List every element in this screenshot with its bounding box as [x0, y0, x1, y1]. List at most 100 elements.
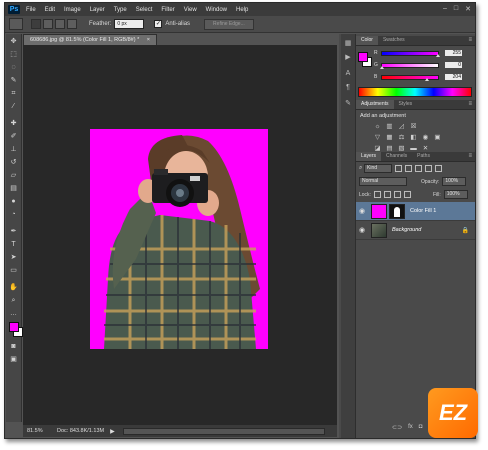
document-tab[interactable]: 608686.jpg @ 81.5% (Color Fill 1, RGB/8#… — [23, 34, 157, 45]
menu-type[interactable]: Type — [114, 7, 127, 13]
layers-panel-menu-icon[interactable]: ≡ — [468, 152, 472, 161]
menu-file[interactable]: File — [26, 7, 36, 13]
menu-window[interactable]: Window — [206, 7, 227, 13]
actions-panel-icon[interactable]: ▶ — [344, 54, 352, 62]
menu-layer[interactable]: Layer — [90, 7, 105, 13]
adjustments-panel-menu-icon[interactable]: ≡ — [468, 100, 472, 109]
tab-channels[interactable]: Channels — [381, 152, 412, 161]
layer-row-background[interactable]: ◉ Background 🔒 — [356, 221, 475, 240]
menu-filter[interactable]: Filter — [161, 7, 174, 13]
subtract-selection-button[interactable] — [55, 19, 65, 29]
eyedropper-tool-icon[interactable]: ⁄ — [9, 103, 18, 111]
refine-edge-button[interactable]: Refine Edge... — [204, 18, 254, 30]
levels-icon[interactable]: ▥ — [386, 123, 393, 130]
brush-tool-icon[interactable]: ✐ — [9, 133, 18, 141]
selective-color-icon[interactable]: ✕ — [422, 145, 429, 152]
brush-panel-icon[interactable]: ✎ — [344, 100, 352, 108]
blur-tool-icon[interactable]: ● — [9, 198, 18, 206]
filter-shape-icon[interactable] — [425, 165, 432, 172]
gradient-map-icon[interactable]: ▬ — [410, 145, 417, 152]
marquee-tool-icon[interactable]: ⬚ — [9, 51, 18, 59]
filter-pixel-icon[interactable] — [395, 165, 402, 172]
menu-select[interactable]: Select — [136, 7, 153, 13]
quick-mask-icon[interactable]: ◙ — [9, 343, 18, 351]
canvas-area[interactable] — [23, 45, 337, 425]
tab-swatches[interactable]: Swatches — [378, 36, 410, 45]
color-panel-menu-icon[interactable]: ≡ — [468, 36, 472, 45]
vibrance-icon[interactable]: ▽ — [374, 134, 381, 141]
channel-value-g[interactable]: 0 — [445, 62, 462, 68]
dodge-tool-icon[interactable]: ◔ — [9, 211, 18, 219]
zoom-level[interactable]: 81.5% — [27, 428, 49, 434]
gradient-tool-icon[interactable]: ▤ — [9, 185, 18, 193]
add-mask-icon[interactable]: ◘ — [419, 424, 423, 434]
tab-paths[interactable]: Paths — [412, 152, 435, 161]
healing-brush-tool-icon[interactable]: ✚ — [9, 120, 18, 128]
black-white-icon[interactable]: ◧ — [410, 134, 417, 141]
type-tool-icon[interactable]: T — [9, 241, 18, 249]
crop-tool-icon[interactable]: ⌗ — [9, 90, 18, 98]
opacity-field[interactable]: 100% — [442, 177, 467, 186]
foreground-color-swatch[interactable] — [9, 322, 19, 332]
channel-value-r[interactable]: 255 — [445, 50, 462, 56]
maximize-button[interactable]: □ — [454, 5, 458, 13]
lock-all-icon[interactable] — [403, 191, 411, 198]
lock-position-icon[interactable] — [393, 191, 401, 198]
fill-field[interactable]: 100% — [443, 190, 468, 199]
pen-tool-icon[interactable]: ✒ — [9, 228, 18, 236]
layer-visibility-eye-icon[interactable]: ◉ — [359, 226, 367, 234]
layer-visibility-eye-icon[interactable]: ◉ — [359, 207, 367, 215]
filter-smart-object-icon[interactable] — [435, 165, 442, 172]
hue-saturation-icon[interactable]: ▦ — [386, 134, 393, 141]
menu-image[interactable]: Image — [64, 7, 81, 13]
lock-transparent-icon[interactable] — [373, 191, 381, 198]
channel-slider-r-thumb[interactable] — [436, 53, 440, 57]
close-button[interactable]: ✕ — [465, 5, 471, 13]
threshold-icon[interactable]: ▧ — [398, 145, 405, 152]
quick-select-tool-icon[interactable]: ✎ — [9, 77, 18, 85]
tab-adjustments[interactable]: Adjustments — [356, 100, 394, 109]
minimize-button[interactable]: – — [443, 5, 447, 13]
feather-input[interactable]: 0 px — [114, 19, 145, 29]
character-panel-icon[interactable]: A — [344, 70, 352, 78]
document-close-icon[interactable]: × — [147, 37, 150, 43]
paragraph-panel-icon[interactable]: ¶ — [344, 84, 352, 92]
lasso-tool-icon[interactable]: ◌ — [9, 64, 18, 72]
tool-preset-picker[interactable] — [9, 18, 23, 30]
color-panel-foreground-swatch[interactable] — [358, 52, 368, 62]
invert-icon[interactable]: ◪ — [374, 145, 381, 152]
new-selection-button[interactable] — [31, 19, 41, 29]
channel-slider-r[interactable] — [381, 50, 440, 57]
path-selection-tool-icon[interactable]: ➤ — [9, 254, 18, 262]
history-panel-icon[interactable]: ▦ — [344, 40, 352, 48]
more-tools-icon[interactable]: … — [9, 310, 18, 318]
eraser-tool-icon[interactable]: ▱ — [9, 172, 18, 180]
link-layers-icon[interactable]: ⊂⊃ — [392, 424, 402, 434]
photo-filter-icon[interactable]: ◉ — [422, 134, 429, 141]
filter-type-icon[interactable] — [415, 165, 422, 172]
channel-slider-g-thumb[interactable] — [380, 65, 384, 69]
brightness-icon[interactable]: ☼ — [374, 123, 381, 130]
document-image[interactable] — [90, 129, 268, 349]
anti-alias-checkbox[interactable]: ✓ — [154, 20, 163, 28]
move-tool-icon[interactable]: ✥ — [9, 38, 18, 46]
channel-slider-g[interactable] — [380, 62, 439, 69]
layer-style-icon[interactable]: fx — [408, 424, 413, 434]
color-spectrum-ramp[interactable] — [358, 87, 472, 97]
add-selection-button[interactable] — [43, 19, 53, 29]
curves-icon[interactable]: ◿ — [398, 123, 405, 130]
history-brush-tool-icon[interactable]: ↺ — [9, 159, 18, 167]
tab-styles[interactable]: Styles — [394, 100, 418, 109]
color-balance-icon[interactable]: ⚖ — [398, 134, 405, 141]
screen-mode-icon[interactable]: ▣ — [9, 356, 18, 364]
status-menu-arrow-icon[interactable]: ▶ — [110, 428, 115, 435]
layer-name-color-fill[interactable]: Color Fill 1 — [410, 208, 436, 214]
blend-mode-dropdown[interactable]: Normal — [359, 177, 407, 186]
channel-slider-b[interactable] — [381, 74, 439, 81]
exposure-icon[interactable]: ☒ — [410, 123, 417, 130]
filter-adjustment-icon[interactable] — [405, 165, 412, 172]
channel-mixer-icon[interactable]: ▣ — [434, 134, 441, 141]
layer-row-color-fill[interactable]: ◉ Color Fill 1 — [356, 202, 475, 221]
layer-mask-thumbnail[interactable] — [389, 203, 405, 219]
menu-help[interactable]: Help — [236, 7, 248, 13]
